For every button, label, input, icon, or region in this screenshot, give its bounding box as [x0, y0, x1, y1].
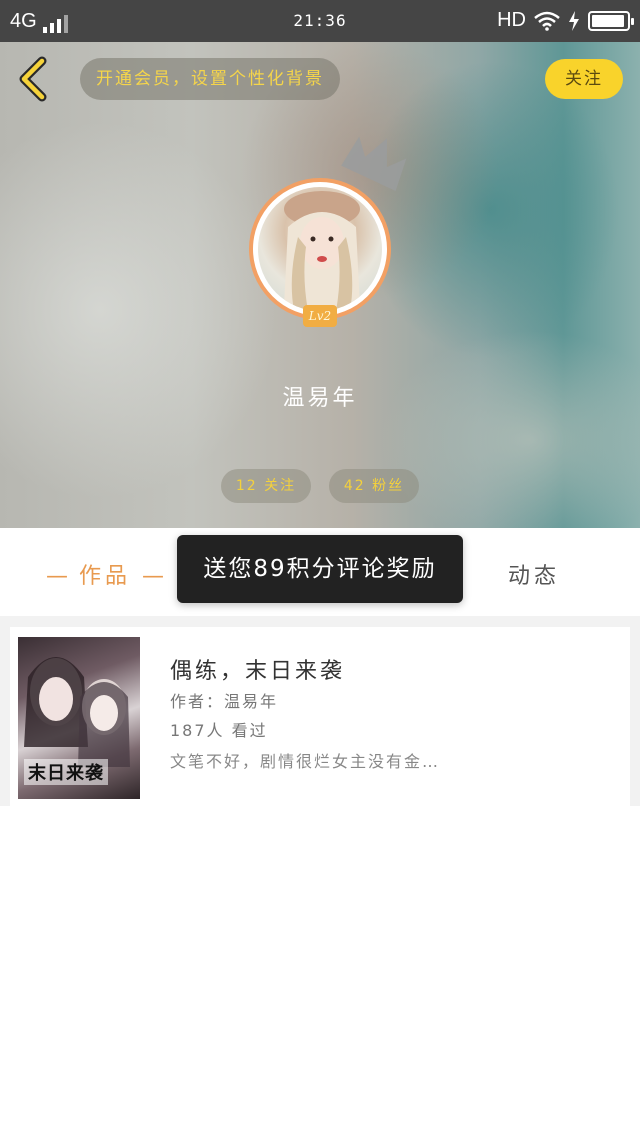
book-cover: 末日来袭: [18, 637, 140, 799]
tab-works-label: 作品: [79, 564, 132, 589]
tab-works[interactable]: — 作品 —: [46, 558, 164, 590]
tab-feed-label: 动态: [508, 564, 561, 589]
charging-icon: [569, 10, 579, 31]
tab-feed[interactable]: 动态: [508, 558, 560, 590]
book-views: 187人 看过: [170, 721, 268, 740]
tab-dash-right: —: [142, 564, 165, 589]
background-blur: [380, 330, 640, 528]
chevron-left-icon: [19, 56, 47, 102]
cover-title: 末日来袭: [24, 759, 108, 785]
status-bar: 4G 21:36 HD: [0, 0, 640, 42]
follow-button[interactable]: 关注: [545, 59, 623, 99]
avatar-portrait: [284, 191, 360, 311]
level-badge: Lv2: [303, 305, 337, 327]
back-button[interactable]: [14, 56, 54, 102]
wifi-icon: [534, 11, 560, 31]
background-blur: [0, 120, 280, 500]
avatar-image: [258, 187, 382, 311]
battery-level: [592, 14, 624, 27]
avatar[interactable]: [249, 178, 391, 320]
tab-dash-left: —: [46, 564, 68, 589]
following-count-button[interactable]: 12 关注: [221, 469, 311, 503]
vip-background-banner[interactable]: 开通会员，设置个性化背景: [80, 58, 340, 100]
hd-indicator: HD: [497, 9, 526, 31]
followers-count-button[interactable]: 42 粉丝: [329, 469, 419, 503]
battery-icon: [588, 10, 634, 31]
book-description: 文笔不好，剧情很烂女主没有金…: [170, 752, 441, 771]
reward-toast: 送您89积分评论奖励: [177, 535, 463, 603]
book-author: 作者：温易年: [170, 692, 279, 711]
status-right: HD: [497, 9, 634, 32]
username: 温易年: [282, 386, 358, 411]
book-title[interactable]: 偶练，末日来袭: [170, 653, 345, 685]
